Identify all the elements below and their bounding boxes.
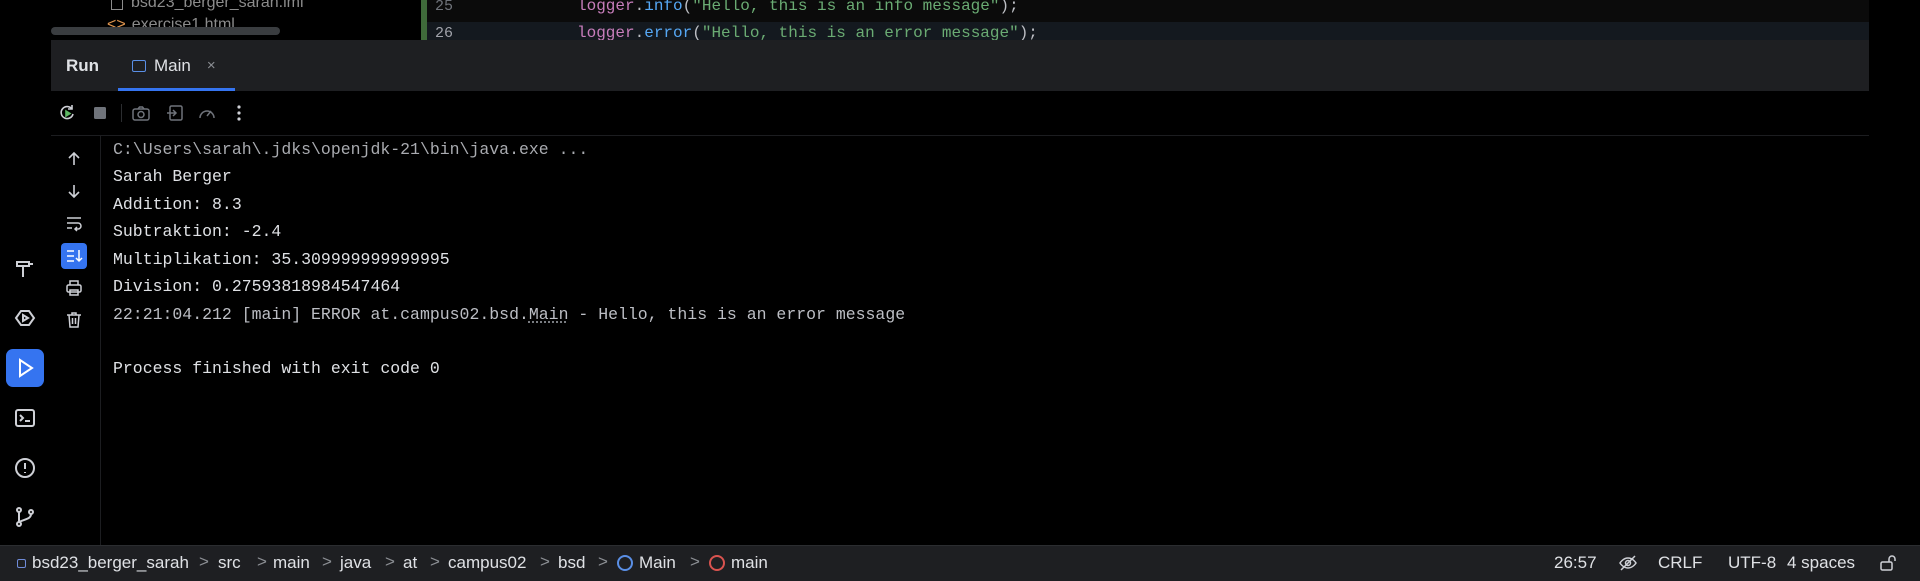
tab-main[interactable]: Main × <box>118 40 230 91</box>
breadcrumb-java[interactable]: java <box>340 553 371 573</box>
caret-position[interactable]: 26:57 <box>1554 553 1597 573</box>
run-toolbar <box>51 91 1869 136</box>
close-icon[interactable]: × <box>207 57 216 74</box>
console-error-line: 22:21:04.212 [main] ERROR at.campus02.bs… <box>113 305 906 324</box>
git-icon[interactable] <box>6 498 44 536</box>
eye-off-icon[interactable] <box>1618 553 1638 573</box>
scroll-to-end-icon[interactable] <box>61 243 87 269</box>
more-vertical-icon[interactable] <box>226 100 252 126</box>
breadcrumb-separator: > <box>430 552 440 571</box>
toolbar-separator <box>121 104 122 122</box>
unlock-icon[interactable] <box>1878 553 1898 573</box>
exit-icon[interactable] <box>162 100 188 126</box>
run-header <box>51 40 1869 91</box>
services-icon[interactable] <box>6 299 44 337</box>
console-line: Division: 0.27593818984547464 <box>113 277 401 296</box>
file-encoding[interactable]: UTF-8 <box>1728 553 1776 573</box>
breadcrumb-separator: > <box>322 552 332 571</box>
breadcrumb-campus02[interactable]: campus02 <box>448 553 526 573</box>
line-number: 25 <box>435 0 454 15</box>
run-icon[interactable] <box>6 349 44 387</box>
gauge-icon[interactable] <box>194 100 220 126</box>
console-line: Addition: 8.3 <box>113 195 242 214</box>
breadcrumb-separator: > <box>598 552 608 571</box>
stop-icon[interactable] <box>87 100 113 126</box>
problems-icon[interactable] <box>6 449 44 487</box>
right-tool-strip <box>1869 0 1920 545</box>
class-link[interactable]: Main <box>529 305 569 324</box>
console-tab-icon <box>132 59 146 72</box>
print-icon[interactable] <box>61 275 87 301</box>
breadcrumb-at[interactable]: at <box>403 553 417 573</box>
soft-wrap-icon[interactable] <box>61 210 87 236</box>
left-tool-strip <box>0 0 51 545</box>
file-icon <box>111 0 123 10</box>
arrow-up-icon[interactable] <box>61 146 87 172</box>
class-icon <box>617 555 633 571</box>
build-icon[interactable] <box>6 250 44 288</box>
indent-setting[interactable]: 4 spaces <box>1787 553 1855 573</box>
arrow-down-icon[interactable] <box>61 178 87 204</box>
method-icon <box>709 555 725 571</box>
line-ending[interactable]: CRLF <box>1658 553 1702 573</box>
run-window-title: Run <box>66 56 100 75</box>
console-line: Subtraktion: -2.4 <box>113 222 282 241</box>
camera-icon[interactable] <box>128 100 154 126</box>
tab-label: Main <box>154 55 191 75</box>
breadcrumb-main[interactable]: main <box>273 553 310 573</box>
breadcrumb-src[interactable]: src <box>218 553 241 573</box>
breadcrumb-separator: > <box>385 552 395 571</box>
code-line: logger.info("Hello, this is an info mess… <box>577 0 1019 15</box>
breadcrumb-project[interactable]: bsd23_berger_sarah <box>17 553 189 573</box>
breadcrumb-bsd[interactable]: bsd <box>558 553 585 573</box>
breadcrumb-class-main[interactable]: Main <box>617 553 676 573</box>
breadcrumb-method-main[interactable]: main <box>709 553 768 573</box>
breadcrumb-separator: > <box>690 552 700 571</box>
horizontal-scrollbar[interactable] <box>51 27 280 35</box>
console-line: Sarah Berger <box>113 167 232 186</box>
terminal-icon[interactable] <box>6 399 44 437</box>
project-file-iml[interactable]: bsd23_berger_sarah.iml <box>111 0 304 12</box>
breadcrumb-separator: > <box>540 552 550 571</box>
trash-icon[interactable] <box>61 307 87 333</box>
console-line: C:\Users\sarah\.jdks\openjdk-21\bin\java… <box>113 140 589 159</box>
console-line: Multiplikation: 35.309999999999995 <box>113 250 450 269</box>
breadcrumb-separator: > <box>257 552 267 571</box>
rerun-icon[interactable] <box>54 100 80 126</box>
console-exit-line: Process finished with exit code 0 <box>113 359 440 378</box>
module-icon <box>17 558 26 568</box>
breadcrumb-separator: > <box>199 552 209 571</box>
change-marker <box>421 0 427 40</box>
